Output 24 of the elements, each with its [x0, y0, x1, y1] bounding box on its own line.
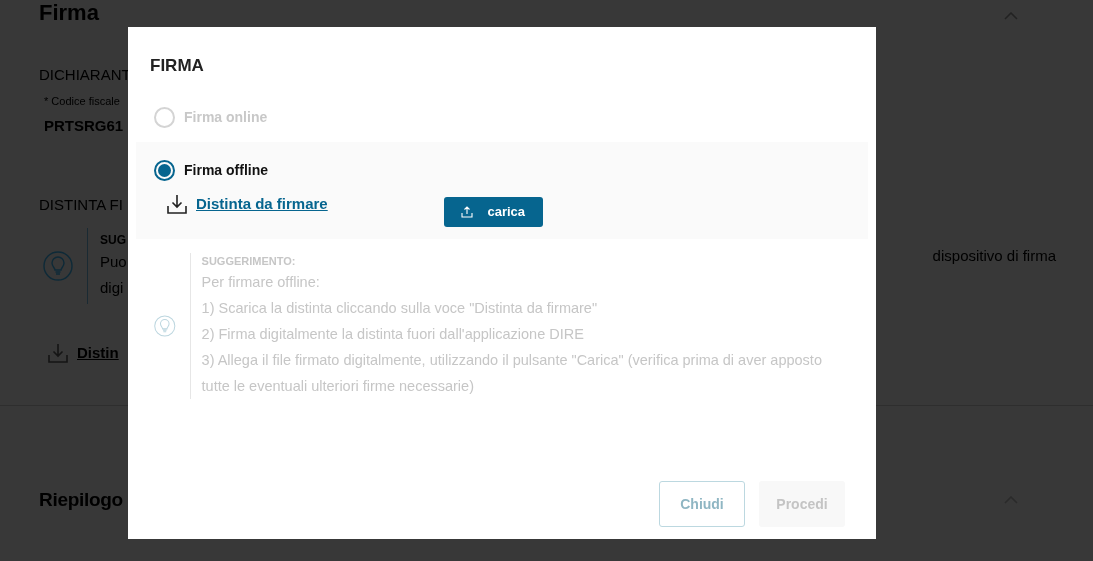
hint-title: SUG [100, 232, 127, 249]
hint-text: Per firmare offline: [201, 273, 321, 292]
upload-icon [461, 205, 474, 218]
hint-text: digi [100, 278, 125, 298]
radio-label: Firma offline [184, 160, 268, 180]
download-link[interactable]: Distin [77, 342, 119, 365]
download-icon [166, 192, 188, 215]
download-icon [47, 342, 69, 365]
section-heading: DICHIARANT [39, 65, 131, 85]
hint-title: SUGGERIMENTO: [201, 253, 297, 269]
radio-button[interactable] [154, 159, 175, 181]
section-title: Firma [39, 0, 99, 27]
lightbulb-icon [43, 251, 73, 281]
download-link[interactable]: Distinta da firmare [196, 192, 328, 215]
upload-button[interactable]: carica [443, 196, 543, 227]
hint-text: dispositivo di firma [932, 245, 1056, 266]
hint-text: 2) Firma digitalmente la distinta fuori dall'applicazione DIRE [201, 325, 585, 344]
section-heading: DISTINTA FI [39, 194, 123, 215]
hint-text: 1) Scarica la distinta cliccando sulla voce "Distinta da firmare" [201, 299, 599, 318]
dialog-title: FIRMA [150, 55, 205, 77]
field-value: PRTSRG61 [44, 116, 124, 136]
dialog-button[interactable]: Chiudi [659, 481, 745, 527]
hint-text: Puo [100, 252, 127, 272]
section-title: Riepilogo [39, 487, 123, 512]
